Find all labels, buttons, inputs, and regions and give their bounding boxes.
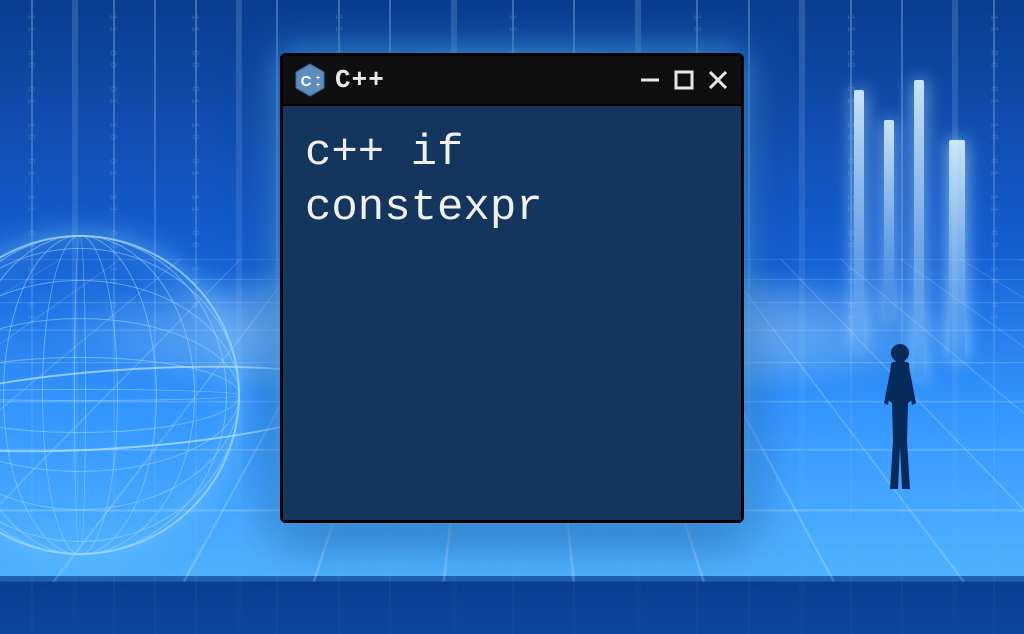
person-silhouette (876, 341, 924, 491)
code-content: c++ if constexpr (305, 126, 719, 236)
titlebar[interactable]: C + + C++ (283, 56, 741, 106)
cpp-logo-icon: C + + (295, 63, 325, 97)
close-button[interactable] (707, 69, 729, 91)
wireframe-globe (0, 235, 240, 555)
background-light-panels (854, 80, 994, 380)
svg-text:C: C (301, 73, 312, 90)
window-title: C++ (335, 65, 629, 95)
maximize-button[interactable] (673, 69, 695, 91)
svg-text:+: + (316, 82, 320, 89)
svg-text:+: + (316, 75, 320, 82)
window-body: c++ if constexpr (283, 106, 741, 520)
minimize-button[interactable] (639, 69, 661, 91)
terminal-window: C + + C++ c++ if constexpr (280, 53, 744, 523)
window-controls (639, 69, 729, 91)
